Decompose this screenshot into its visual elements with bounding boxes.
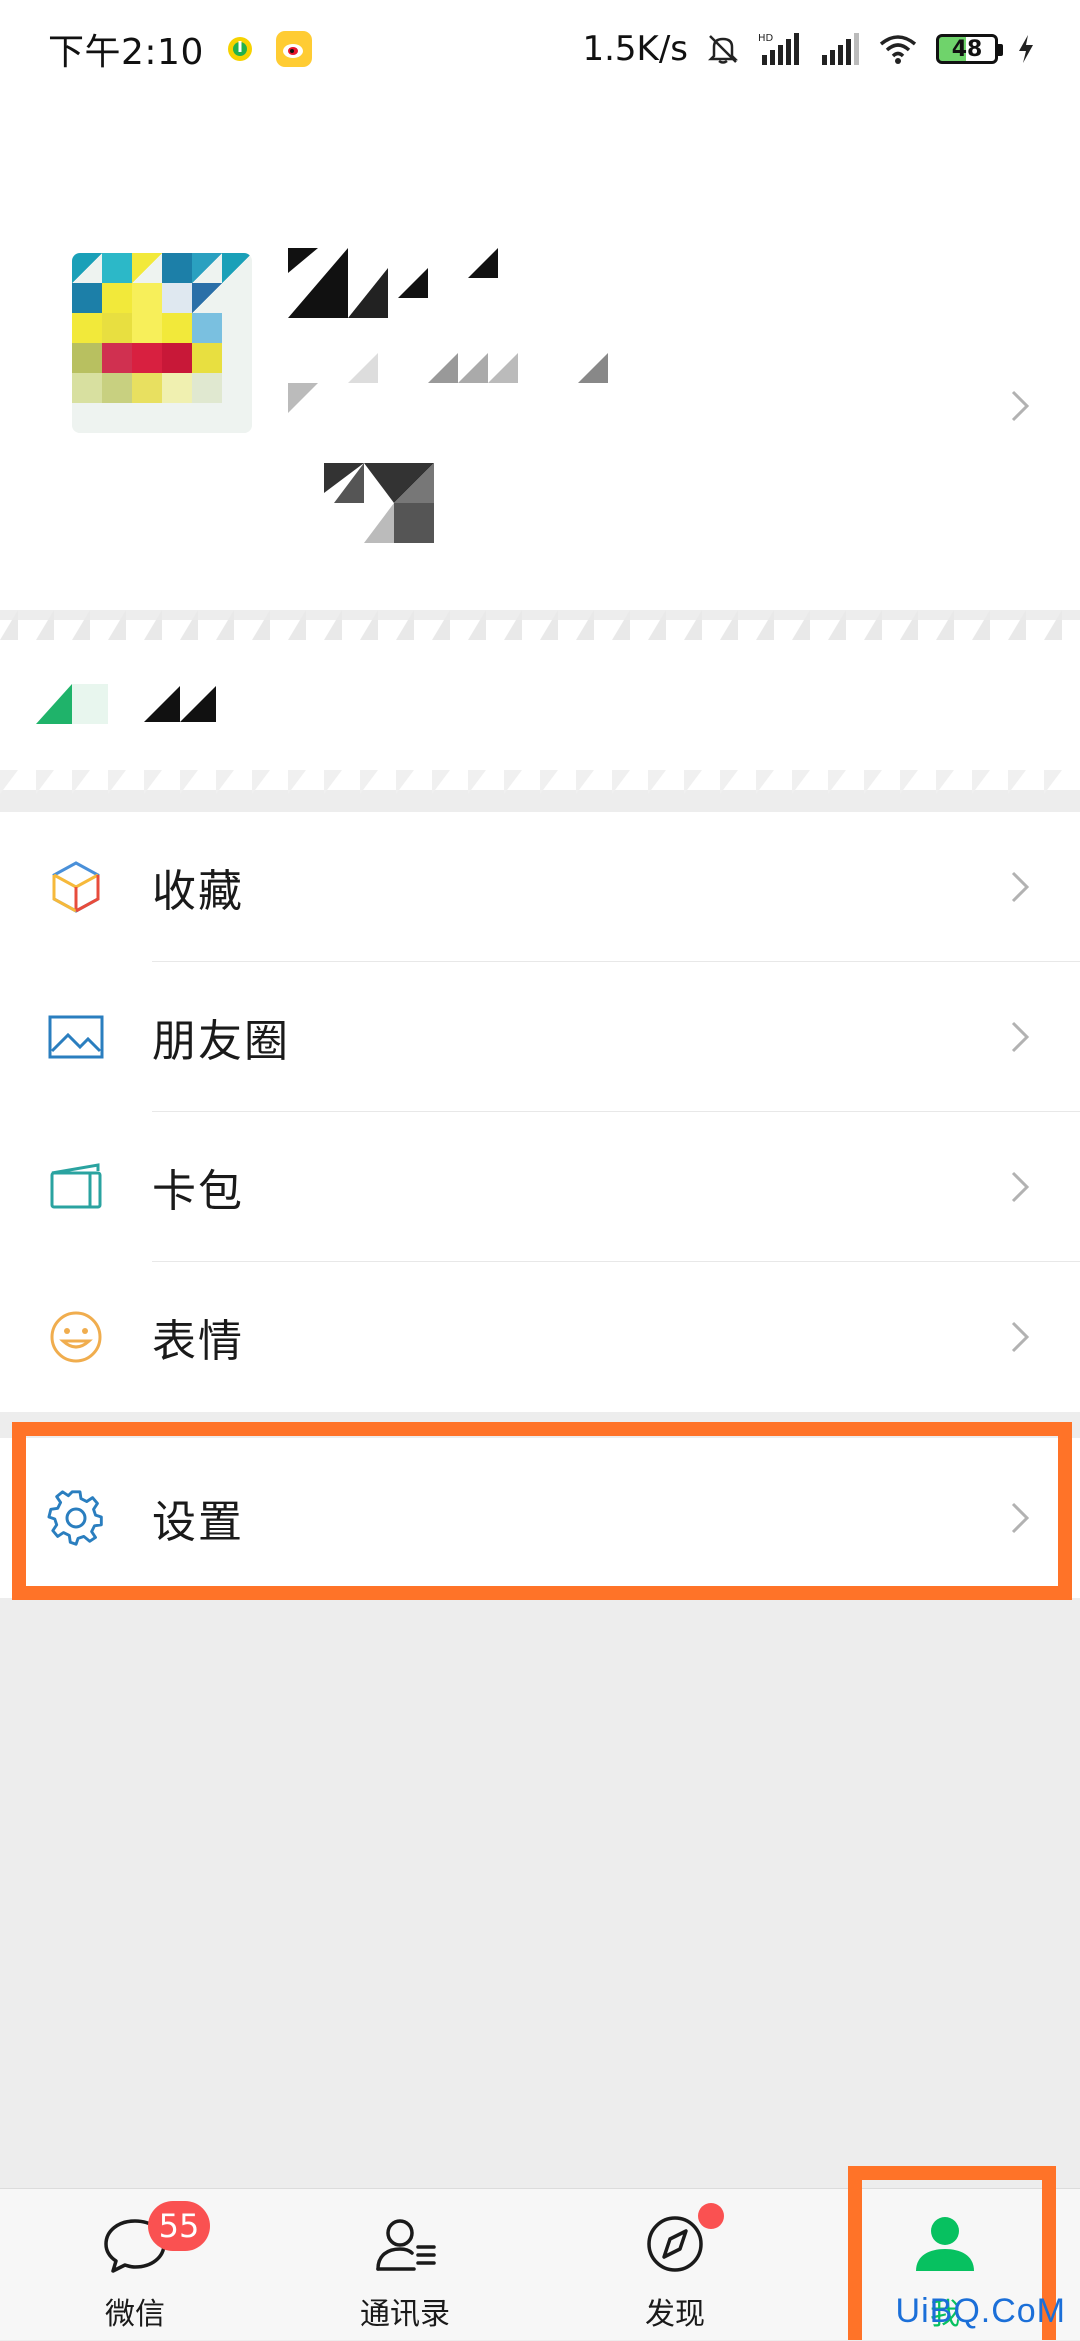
menu-item-moments[interactable]: 朋友圈	[0, 962, 1080, 1112]
favorites-cube-icon	[46, 857, 106, 917]
status-bar: 下午2:10 1.5K/s HD 48	[0, 0, 1080, 98]
status-row-text-redacted	[144, 686, 216, 722]
status-time: 下午2:10	[48, 32, 204, 73]
menu-item-stickers[interactable]: 表情	[0, 1262, 1080, 1412]
sticker-smile-icon	[46, 1307, 106, 1367]
bell-muted-icon	[707, 35, 739, 64]
wifi-icon	[879, 35, 917, 64]
tab-label-chats: 微信	[105, 2297, 165, 2332]
svg-text:HD: HD	[758, 33, 774, 44]
moments-picture-icon	[46, 1007, 106, 1067]
menu-group-2: 设置	[0, 1438, 1080, 1598]
profile-card[interactable]	[0, 98, 1080, 610]
me-person-icon	[910, 2209, 980, 2279]
profile-wechat-id-redacted	[288, 353, 618, 413]
tab-discover[interactable]: 发现	[540, 2189, 810, 2341]
discover-red-dot	[698, 2203, 724, 2229]
hd-signal-icon: HD	[758, 33, 799, 65]
network-speed: 1.5K/s	[582, 29, 688, 69]
status-row-bottom-pattern	[0, 770, 1080, 794]
chevron-right-icon	[1010, 388, 1032, 424]
profile-name-redacted	[288, 248, 528, 318]
weibo-icon	[275, 31, 312, 67]
qq-music-icon	[222, 31, 258, 67]
tab-chats[interactable]: 55 微信	[0, 2189, 270, 2341]
tab-label-contacts: 通讯录	[360, 2297, 450, 2332]
menu-label-favorites: 收藏	[152, 866, 244, 917]
watermark: UiBQ.CoM	[895, 2292, 1066, 2330]
tab-label-discover: 发现	[645, 2297, 705, 2332]
chevron-right-icon	[1010, 1169, 1032, 1205]
gear-icon	[46, 1488, 106, 1548]
signal-icon	[822, 33, 859, 65]
status-row-top-pattern	[0, 610, 1080, 640]
chevron-right-icon	[1010, 1500, 1032, 1536]
menu-group-1: 收藏 朋友圈 卡包 表情	[0, 812, 1080, 1412]
menu-label-card-wallet: 卡包	[152, 1166, 244, 1217]
menu-label-moments: 朋友圈	[152, 1016, 290, 1067]
status-bar-right: 1.5K/s HD 48	[582, 29, 1036, 69]
unread-badge: 55	[148, 2201, 210, 2251]
chevron-right-icon	[1010, 1319, 1032, 1355]
charging-icon	[1019, 35, 1033, 63]
menu-label-settings: 设置	[152, 1497, 244, 1548]
profile-status-redacted	[324, 463, 434, 543]
contacts-icon	[370, 2209, 440, 2279]
status-row[interactable]	[0, 610, 1080, 794]
card-wallet-icon	[46, 1157, 106, 1217]
tab-contacts[interactable]: 通讯录	[270, 2189, 540, 2341]
menu-item-settings[interactable]: 设置	[0, 1438, 1080, 1598]
menu-label-stickers: 表情	[152, 1316, 244, 1367]
status-bar-left: 下午2:10	[48, 23, 312, 75]
avatar[interactable]	[72, 253, 252, 433]
menu-item-card-wallet[interactable]: 卡包	[0, 1112, 1080, 1262]
chevron-right-icon	[1010, 869, 1032, 905]
status-row-icon-redacted	[36, 684, 108, 724]
chevron-right-icon	[1010, 1019, 1032, 1055]
battery-icon: 48	[936, 34, 1003, 64]
menu-item-favorites[interactable]: 收藏	[0, 812, 1080, 962]
